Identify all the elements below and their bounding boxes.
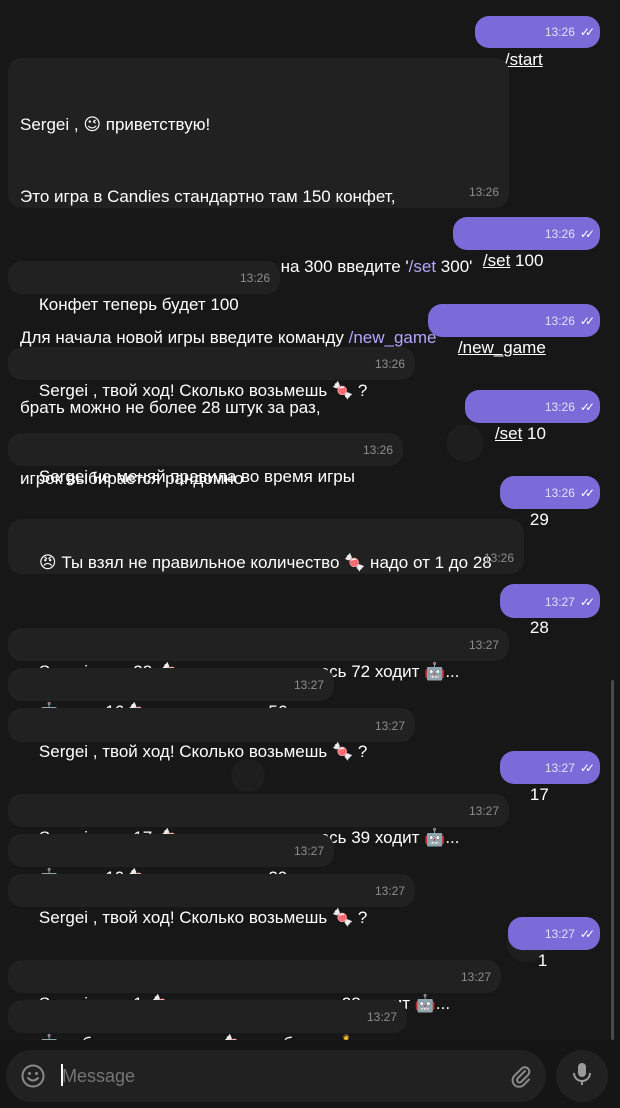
- incoming-message[interactable]: Sergei взял 28 🍬 и на столе осталось 72 …: [8, 628, 509, 681]
- message-time: 13:27: [544, 760, 575, 775]
- message-time: 13:27: [468, 803, 499, 818]
- scrollbar[interactable]: [611, 680, 614, 1040]
- outgoing-message[interactable]: /start 13:26 ✓✓: [475, 16, 600, 69]
- read-ticks-icon: ✓✓: [579, 760, 595, 775]
- message-text: 17: [529, 784, 549, 804]
- message-time: 13:26: [468, 184, 499, 199]
- message-time: 13:27: [374, 718, 405, 733]
- message-time: 13:26: [544, 24, 575, 39]
- message-text: Sergei не меняй правила во время игры: [38, 466, 355, 486]
- read-ticks-icon: ✓✓: [579, 313, 595, 328]
- command-link[interactable]: /start: [505, 50, 543, 69]
- message-text: Sergei , твой ход! Сколько возьмешь 🍬 ?: [38, 907, 368, 927]
- message-time: 13:27: [544, 594, 575, 609]
- command-link[interactable]: /new_game: [349, 328, 437, 347]
- incoming-message[interactable]: Sergei взял 1 🍬 и на столе осталось 28 х…: [8, 960, 501, 1013]
- message-text: 😠 Ты взял не правильное количество 🍬 над…: [38, 552, 492, 572]
- outgoing-message[interactable]: /set 100 13:26 ✓✓: [453, 217, 600, 270]
- message-list[interactable]: /start 13:26 ✓✓ Sergei , 😉 приветствую! Э…: [0, 0, 620, 1050]
- message-text: 100: [510, 250, 544, 270]
- incoming-message[interactable]: 🤖 взял 16 🍬 и их осталось 56 13:27: [8, 668, 334, 721]
- message-text: Sergei , твой ход! Сколько возьмешь 🍬 ?: [38, 380, 368, 400]
- incoming-message[interactable]: Sergei , твой ход! Сколько возьмешь 🍬 ? …: [8, 347, 415, 400]
- command-link[interactable]: /set: [495, 424, 522, 443]
- message-text: Это игра в Candies стандартно там 150 ко…: [20, 186, 396, 206]
- read-ticks-icon: ✓✓: [579, 926, 595, 941]
- message-time: 13:26: [544, 485, 575, 500]
- message-time: 13:26: [483, 550, 514, 565]
- message-time: 13:27: [468, 637, 499, 652]
- message-input-container[interactable]: [6, 1050, 546, 1102]
- command-link[interactable]: /new_game: [458, 338, 546, 357]
- message-text: Для начала новой игры введите команду /n…: [20, 327, 437, 347]
- incoming-message[interactable]: Sergei не меняй правила во время игры 13…: [8, 433, 403, 486]
- message-time: 13:27: [374, 883, 405, 898]
- incoming-message[interactable]: Sergei , твой ход! Сколько возьмешь 🍬 ? …: [8, 874, 415, 927]
- outgoing-message[interactable]: 17 13:27 ✓✓: [500, 751, 600, 804]
- incoming-message[interactable]: Sergei взял 17 🍬 и на столе осталось 39 …: [8, 794, 509, 847]
- message-text: 28: [529, 617, 549, 637]
- message-text: 29: [529, 509, 549, 529]
- incoming-message[interactable]: 🤖 взял 10 🍬 и их осталось 29 13:27: [8, 834, 334, 887]
- microphone-button[interactable]: [556, 1050, 608, 1102]
- message-time: 13:26: [239, 270, 270, 285]
- incoming-message[interactable]: 😠 Ты взял не правильное количество 🍬 над…: [8, 519, 524, 574]
- microphone-icon: [570, 1061, 594, 1092]
- message-text: 10: [522, 423, 546, 443]
- message-input[interactable]: [56, 1062, 502, 1090]
- message-text: Конфет теперь будет 100: [38, 294, 239, 314]
- message-time: 13:27: [460, 969, 491, 984]
- message-time: 13:26: [362, 442, 393, 457]
- paperclip-icon[interactable]: [508, 1063, 534, 1089]
- read-ticks-icon: ✓✓: [579, 226, 595, 241]
- message-time: 13:27: [293, 843, 324, 858]
- read-ticks-icon: ✓✓: [579, 594, 595, 609]
- incoming-message[interactable]: Sergei , твой ход! Сколько возьмешь 🍬 ? …: [8, 708, 415, 761]
- message-time: 13:27: [366, 1009, 397, 1024]
- message-time: 13:26: [544, 226, 575, 241]
- composer-bar: [0, 1040, 620, 1108]
- message-text: Sergei , 😉 приветствую!: [20, 115, 211, 135]
- read-ticks-icon: ✓✓: [579, 399, 595, 414]
- incoming-message[interactable]: 🤖 забрал оставшиеся 🍬 и победил 🧍 13:27: [8, 1000, 407, 1050]
- outgoing-message[interactable]: 28 13:27 ✓✓: [500, 584, 600, 637]
- message-text: Sergei , твой ход! Сколько возьмешь 🍬 ?: [38, 741, 368, 761]
- message-time: 13:26: [544, 399, 575, 414]
- message-time: 13:27: [544, 926, 575, 941]
- message-text: 1: [537, 950, 548, 970]
- message-time: 13:26: [374, 356, 405, 371]
- outgoing-message[interactable]: 1 13:27 ✓✓: [508, 917, 600, 970]
- outgoing-message[interactable]: /set 10 13:26 ✓✓: [465, 390, 600, 443]
- outgoing-message[interactable]: /new_game 13:26 ✓✓: [428, 304, 600, 357]
- read-ticks-icon: ✓✓: [579, 485, 595, 500]
- incoming-message[interactable]: Sergei , 😉 приветствую! Это игра в Candi…: [8, 58, 509, 488]
- message-time: 13:26: [544, 313, 575, 328]
- command-link[interactable]: /set: [409, 257, 436, 276]
- smile-icon[interactable]: [20, 1063, 46, 1089]
- command-link[interactable]: /set: [483, 251, 510, 270]
- message-time: 13:27: [293, 677, 324, 692]
- incoming-message[interactable]: Конфет теперь будет 100 13:26: [8, 261, 280, 314]
- read-ticks-icon: ✓✓: [579, 24, 595, 39]
- outgoing-message[interactable]: 29 13:26 ✓✓: [500, 476, 600, 529]
